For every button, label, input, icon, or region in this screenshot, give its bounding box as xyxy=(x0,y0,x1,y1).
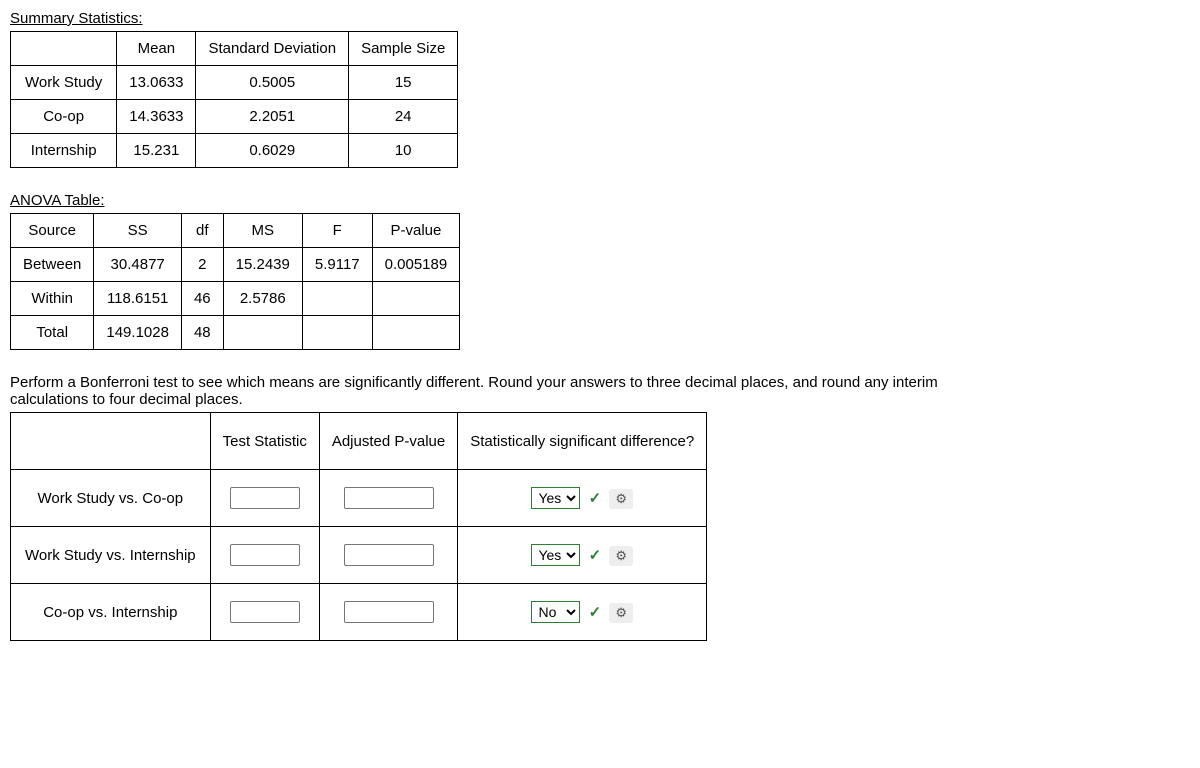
empty-header xyxy=(11,413,211,470)
header-adj: Adjusted P-value xyxy=(319,413,457,470)
header-ts: Test Statistic xyxy=(210,413,319,470)
header-source: Source xyxy=(11,214,94,248)
cell-ms: 2.5786 xyxy=(223,282,302,316)
cell-df: 48 xyxy=(181,316,223,350)
gear-icon[interactable]: ⚙ xyxy=(609,489,633,509)
cell-ss: 30.4877 xyxy=(94,248,182,282)
cell-ss: 149.1028 xyxy=(94,316,182,350)
cell-p xyxy=(372,316,460,350)
significance-select[interactable]: No Yes xyxy=(531,601,580,623)
row-label: Co-op vs. Internship xyxy=(11,584,211,641)
empty-header xyxy=(11,32,117,66)
check-icon: ✓ xyxy=(589,490,602,507)
row-label: Internship xyxy=(11,134,117,168)
cell-f: 5.9117 xyxy=(302,248,372,282)
bonferroni-table: Test Statistic Adjusted P-value Statisti… xyxy=(10,412,707,641)
gear-icon[interactable]: ⚙ xyxy=(609,603,633,623)
cell-f xyxy=(302,316,372,350)
cell-ms: 15.2439 xyxy=(223,248,302,282)
header-mean: Mean xyxy=(117,32,196,66)
cell-source: Within xyxy=(11,282,94,316)
cell-p: 0.005189 xyxy=(372,248,460,282)
check-icon: ✓ xyxy=(589,604,602,621)
significance-select[interactable]: Yes No xyxy=(531,544,580,566)
cell-mean: 13.0633 xyxy=(117,66,196,100)
test-statistic-input[interactable] xyxy=(230,544,300,566)
header-p: P-value xyxy=(372,214,460,248)
header-df: df xyxy=(181,214,223,248)
gear-icon[interactable]: ⚙ xyxy=(609,546,633,566)
cell-ss: 118.6151 xyxy=(94,282,182,316)
row-label: Work Study vs. Co-op xyxy=(11,470,211,527)
summary-table: Mean Standard Deviation Sample Size Work… xyxy=(10,31,458,168)
anova-title: ANOVA Table: xyxy=(10,192,1190,209)
adjusted-p-input[interactable] xyxy=(344,487,434,509)
header-ms: MS xyxy=(223,214,302,248)
cell-sd: 0.6029 xyxy=(196,134,349,168)
bonferroni-instruction: Perform a Bonferroni test to see which m… xyxy=(10,374,1010,408)
adjusted-p-input[interactable] xyxy=(344,601,434,623)
cell-mean: 14.3633 xyxy=(117,100,196,134)
significance-select[interactable]: Yes No xyxy=(531,487,580,509)
header-f: F xyxy=(302,214,372,248)
cell-df: 46 xyxy=(181,282,223,316)
row-label: Work Study xyxy=(11,66,117,100)
row-label: Co-op xyxy=(11,100,117,134)
header-n: Sample Size xyxy=(349,32,458,66)
header-sig: Statistically significant difference? xyxy=(458,413,707,470)
cell-n: 24 xyxy=(349,100,458,134)
test-statistic-input[interactable] xyxy=(230,487,300,509)
test-statistic-input[interactable] xyxy=(230,601,300,623)
cell-sd: 0.5005 xyxy=(196,66,349,100)
anova-table: Source SS df MS F P-value Between 30.487… xyxy=(10,213,460,350)
cell-n: 10 xyxy=(349,134,458,168)
cell-source: Total xyxy=(11,316,94,350)
row-label: Work Study vs. Internship xyxy=(11,527,211,584)
adjusted-p-input[interactable] xyxy=(344,544,434,566)
header-sd: Standard Deviation xyxy=(196,32,349,66)
cell-sd: 2.2051 xyxy=(196,100,349,134)
cell-f xyxy=(302,282,372,316)
cell-n: 15 xyxy=(349,66,458,100)
summary-title: Summary Statistics: xyxy=(10,10,1190,27)
cell-mean: 15.231 xyxy=(117,134,196,168)
header-ss: SS xyxy=(94,214,182,248)
cell-ms xyxy=(223,316,302,350)
check-icon: ✓ xyxy=(589,547,602,564)
cell-source: Between xyxy=(11,248,94,282)
cell-df: 2 xyxy=(181,248,223,282)
cell-p xyxy=(372,282,460,316)
